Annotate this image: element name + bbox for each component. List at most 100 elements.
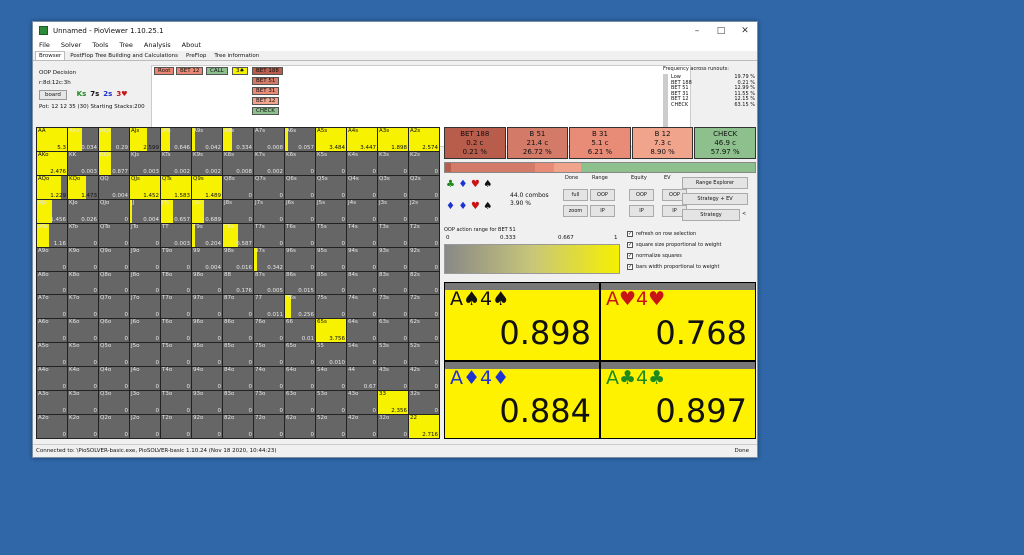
hand-cell[interactable]: 96o 0	[192, 319, 222, 343]
hand-cell[interactable]: K9s 0.002	[192, 151, 222, 175]
action-bar[interactable]: B 12 7.3 c 8.90 %	[631, 127, 694, 159]
hand-cell[interactable]: K4s 0	[347, 151, 377, 175]
hand-cell[interactable]: KQo 1.473	[68, 175, 98, 199]
hand-cell[interactable]: 32s 0	[409, 391, 439, 415]
diamond-icon[interactable]: ♦	[458, 179, 467, 190]
tree-node[interactable]: CALL	[206, 67, 228, 75]
action-bar[interactable]: CHECK 46.9 c 57.97 %	[694, 127, 756, 159]
hand-cell[interactable]: AKo 2.476	[37, 151, 67, 175]
hand-cell[interactable]: KJs 0.003	[130, 151, 160, 175]
hand-cell[interactable]: QJo 0	[99, 199, 129, 223]
hand-cell[interactable]: 85o 0	[223, 343, 253, 367]
hand-cell[interactable]: K6o 0	[68, 319, 98, 343]
hand-cell[interactable]: K2o 0	[68, 415, 98, 438]
hand-cell[interactable]: J3s 0	[378, 199, 408, 223]
hand-cell[interactable]: K8s 0.008	[223, 151, 253, 175]
hand-cell[interactable]: 44 0.67	[347, 367, 377, 391]
hand-cell[interactable]: T8s 0.587	[223, 223, 253, 247]
hand-cell[interactable]: J9o 0	[130, 247, 160, 271]
spade-icon[interactable]: ♠	[483, 179, 492, 190]
hand-cell[interactable]: AA 5.3	[37, 128, 67, 151]
tab-1[interactable]: PostFlop Tree Building and Calculations	[67, 52, 181, 60]
hand-cell[interactable]: 83s 0	[378, 271, 408, 295]
menu-solver[interactable]: Solver	[61, 41, 81, 49]
hand-cell[interactable]: AJo 1.456	[37, 199, 67, 223]
hand-cell[interactable]: Q5s 0	[316, 175, 346, 199]
minimize-icon[interactable]: –	[685, 26, 709, 36]
hand-cell[interactable]: T2o 0	[161, 415, 191, 438]
action-bar[interactable]: B 51 21.4 c 26.72 %	[506, 127, 569, 159]
hand-cell[interactable]: 72s 0	[409, 295, 439, 319]
tab-2[interactable]: PreFlop	[183, 52, 209, 60]
hand-cell[interactable]: 63s 0	[378, 319, 408, 343]
tree-node[interactable]: BET 188	[252, 67, 283, 75]
hand-cell[interactable]: ATo 1.16	[37, 223, 67, 247]
hand-cell[interactable]: 77 0.011	[254, 295, 284, 319]
hand-cell[interactable]: 98s 0.016	[223, 247, 253, 271]
hand-cell[interactable]: QTs 1.583	[161, 175, 191, 199]
hand-cell[interactable]: Q3s 0	[378, 175, 408, 199]
hand-cell[interactable]: T9o 0	[161, 247, 191, 271]
option-checkbox[interactable]: ✓ normalize squares	[627, 253, 682, 259]
hand-cell[interactable]: T7o 0	[161, 295, 191, 319]
hand-cell[interactable]: JJ 0.004	[130, 199, 160, 223]
hand-cell[interactable]: J6s 0	[285, 199, 315, 223]
equity-cell[interactable]: A♠4♠ 0.898	[445, 283, 599, 360]
hand-cell[interactable]: 86o 0	[223, 319, 253, 343]
hand-cell[interactable]: Q6o 0	[99, 319, 129, 343]
hand-cell[interactable]: AQo 1.229	[37, 175, 67, 199]
hand-cell[interactable]: 84o 0	[223, 367, 253, 391]
hand-cell[interactable]: 73s 0	[378, 295, 408, 319]
strategy-ev-button[interactable]: Strategy + EV	[682, 193, 748, 205]
hand-cell[interactable]: T3o 0	[161, 391, 191, 415]
tree-node[interactable]: BET 51	[252, 77, 280, 85]
hand-cell[interactable]: A3s 1.898	[378, 128, 408, 151]
hand-cell[interactable]: 53o 0	[316, 391, 346, 415]
heart-icon[interactable]: ♥	[471, 179, 480, 190]
hand-cell[interactable]: T6s 0	[285, 223, 315, 247]
hand-cell[interactable]: JTs 0.657	[161, 199, 191, 223]
hand-cell[interactable]: A9s 0.042	[192, 128, 222, 151]
hand-cell[interactable]: QJs 1.452	[130, 175, 160, 199]
hand-cell[interactable]: J7o 0	[130, 295, 160, 319]
close-icon[interactable]: ✕	[733, 26, 757, 36]
hand-cell[interactable]: 97o 0	[192, 295, 222, 319]
option-button[interactable]: OOP	[629, 189, 654, 201]
strategy-button[interactable]: Strategy	[682, 209, 740, 221]
hand-cell[interactable]: 52s 0	[409, 343, 439, 367]
hand-cell[interactable]: 76o 0	[254, 319, 284, 343]
hand-cell[interactable]: 63o 0	[285, 391, 315, 415]
hand-cell[interactable]: K3o 0	[68, 391, 98, 415]
menu-about[interactable]: About	[182, 41, 201, 49]
hand-cell[interactable]: T3s 0	[378, 223, 408, 247]
hand-cell[interactable]: 98o 0	[192, 271, 222, 295]
hand-cell[interactable]: A8s 0.334	[223, 128, 253, 151]
tree-node[interactable]: Root	[154, 67, 175, 75]
hand-cell[interactable]: T8o 0	[161, 271, 191, 295]
hand-cell[interactable]: 93o 0	[192, 391, 222, 415]
hand-cell[interactable]: Q4s 0	[347, 175, 377, 199]
diamond-icon[interactable]: ♦	[458, 201, 467, 212]
hand-cell[interactable]: 75s 0	[316, 295, 346, 319]
hand-cell[interactable]: 99 0.004	[192, 247, 222, 271]
hand-cell[interactable]: KTo 0	[68, 223, 98, 247]
hand-cell[interactable]: 52o 0	[316, 415, 346, 438]
hand-cell[interactable]: K6s 0	[285, 151, 315, 175]
hand-cell[interactable]: 66 0.01	[285, 319, 315, 343]
hand-cell[interactable]: T5s 0	[316, 223, 346, 247]
hand-cell[interactable]: KJo 0.026	[68, 199, 98, 223]
menu-tree[interactable]: Tree	[119, 41, 133, 49]
hand-cell[interactable]: 93s 0	[378, 247, 408, 271]
hand-cell[interactable]: T4o 0	[161, 367, 191, 391]
board-card[interactable]: 7s	[90, 90, 99, 98]
hand-cell[interactable]: 42o 0	[347, 415, 377, 438]
hand-cell[interactable]: 94s 0	[347, 247, 377, 271]
menu-file[interactable]: File	[39, 41, 50, 49]
hand-cell[interactable]: TT 0.003	[161, 223, 191, 247]
equity-cell[interactable]: A♣4♣ 0.897	[601, 361, 755, 438]
hand-cell[interactable]: J7s 0	[254, 199, 284, 223]
hand-cell[interactable]: A7s 0.008	[254, 128, 284, 151]
hand-cell[interactable]: J4s 0	[347, 199, 377, 223]
hand-cell[interactable]: Q2s 0	[409, 175, 439, 199]
hand-cell[interactable]: 64s 0	[347, 319, 377, 343]
